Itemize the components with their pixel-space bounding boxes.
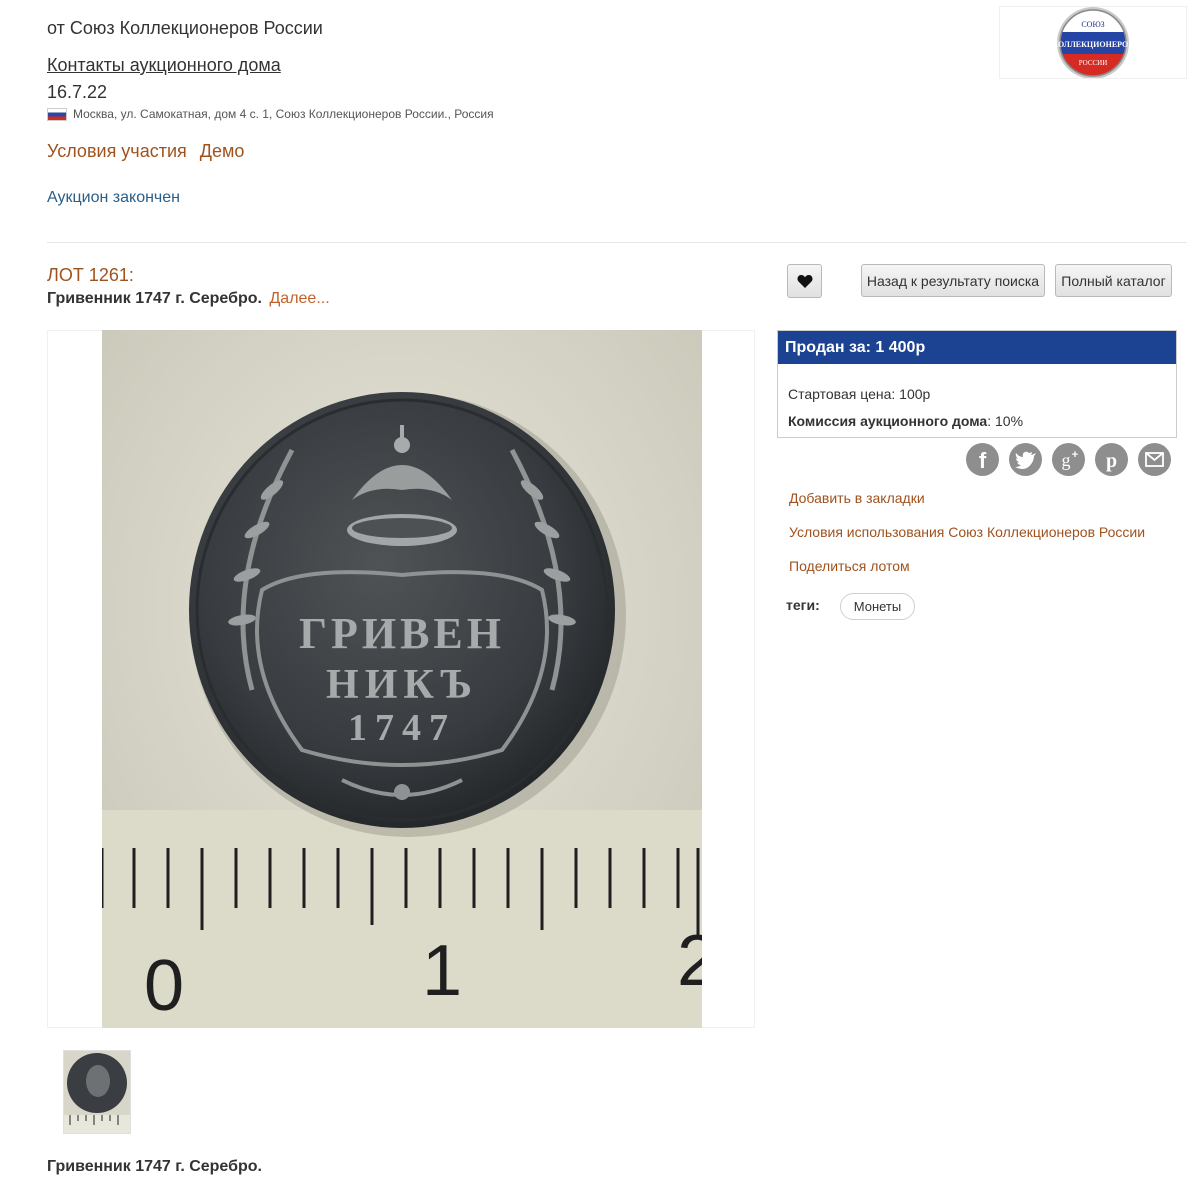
terms-of-use-link[interactable]: Условия использования Союз Коллекционеро… xyxy=(789,524,1145,540)
photo-thumbnail[interactable] xyxy=(63,1050,131,1134)
auction-status[interactable]: Аукцион закончен xyxy=(47,189,180,207)
svg-text:f: f xyxy=(979,448,987,473)
auction-house-name: от Союз Коллекционеров России xyxy=(47,18,323,38)
ruler-num-1: 1 xyxy=(422,931,462,1011)
pinterest-icon[interactable]: p xyxy=(1095,443,1128,476)
full-catalog-button[interactable]: Полный каталог xyxy=(1055,264,1172,297)
lot-number: ЛОТ 1261: xyxy=(47,265,134,285)
auction-house-logo[interactable]: СОЮЗ КОЛЛЕКЦИОНЕРОВ РОССИИ xyxy=(999,6,1187,79)
price-box: Продан за: 1 400р Стартовая цена: 100р К… xyxy=(777,330,1177,438)
coin-line-2: НИКЪ xyxy=(326,662,478,708)
start-price-label: Стартовая цена: xyxy=(788,386,896,402)
demo-link[interactable]: Демо xyxy=(200,141,245,161)
conditions-link[interactable]: Условия участия xyxy=(47,141,187,161)
svg-text:g: g xyxy=(1062,450,1071,470)
share-bar: f g + p xyxy=(966,443,1171,476)
logo-icon: СОЮЗ КОЛЛЕКЦИОНЕРОВ РОССИИ xyxy=(1052,7,1134,79)
coin-thumbnail-image xyxy=(64,1051,130,1133)
facebook-icon[interactable]: f xyxy=(966,443,999,476)
read-more-link[interactable]: Далее... xyxy=(269,290,329,307)
lot-title-text: Гривенник 1747 г. Серебро. xyxy=(47,290,262,307)
contacts-link[interactable]: Контакты аукционного дома xyxy=(47,55,281,76)
participation-links: Условия участия Демо xyxy=(47,141,252,162)
sold-price: Продан за: 1 400р xyxy=(778,331,1176,364)
commission-value: : 10% xyxy=(987,413,1024,429)
back-to-search-button[interactable]: Назад к результату поиска xyxy=(861,264,1045,297)
commission: Комиссия аукционного дома: 10% xyxy=(788,413,1023,429)
svg-text:+: + xyxy=(1072,449,1078,461)
logo-line-3: РОССИИ xyxy=(1079,59,1108,67)
add-bookmark-link[interactable]: Добавить в закладки xyxy=(789,490,925,506)
twitter-icon[interactable] xyxy=(1009,443,1042,476)
heart-icon xyxy=(797,274,812,288)
favorite-button[interactable] xyxy=(787,264,822,298)
coin-line-3: 1747 xyxy=(348,707,456,749)
address-text: Москва, ул. Самокатная, дом 4 с. 1, Союз… xyxy=(73,107,494,121)
coin-photo-image: ГРИВЕН НИКЪ 1747 0 1 2 xyxy=(100,330,717,1028)
share-lot-link[interactable]: Поделиться лотом xyxy=(789,558,910,574)
ruler-num-2: 2 xyxy=(677,921,702,1001)
start-price-value: 100р xyxy=(899,386,931,402)
tag-coins[interactable]: Монеты xyxy=(840,593,915,620)
auction-date: 16.7.22 xyxy=(47,82,108,102)
lot-photo[interactable]: ГРИВЕН НИКЪ 1747 0 1 2 xyxy=(100,330,717,1028)
email-icon[interactable] xyxy=(1138,443,1171,476)
logo-line-2: КОЛЛЕКЦИОНЕРОВ xyxy=(1052,40,1134,49)
coin-line-1: ГРИВЕН xyxy=(299,609,505,658)
lot-title: Гривенник 1747 г. Серебро. Далее... xyxy=(47,290,330,308)
address-line: Москва, ул. Самокатная, дом 4 с. 1, Союз… xyxy=(47,107,494,121)
lot-description-title: Гривенник 1747 г. Серебро. xyxy=(47,1158,262,1175)
google-plus-icon[interactable]: g + xyxy=(1052,443,1085,476)
svg-text:p: p xyxy=(1106,450,1117,472)
tags-label: теги: xyxy=(786,597,820,613)
commission-label: Комиссия аукционного дома xyxy=(788,413,988,429)
logo-line-1: СОЮЗ xyxy=(1081,20,1104,29)
start-price: Стартовая цена: 100р xyxy=(788,386,930,402)
section-divider xyxy=(47,242,1187,243)
russia-flag-icon xyxy=(47,107,67,121)
ruler-num-0: 0 xyxy=(144,946,184,1026)
